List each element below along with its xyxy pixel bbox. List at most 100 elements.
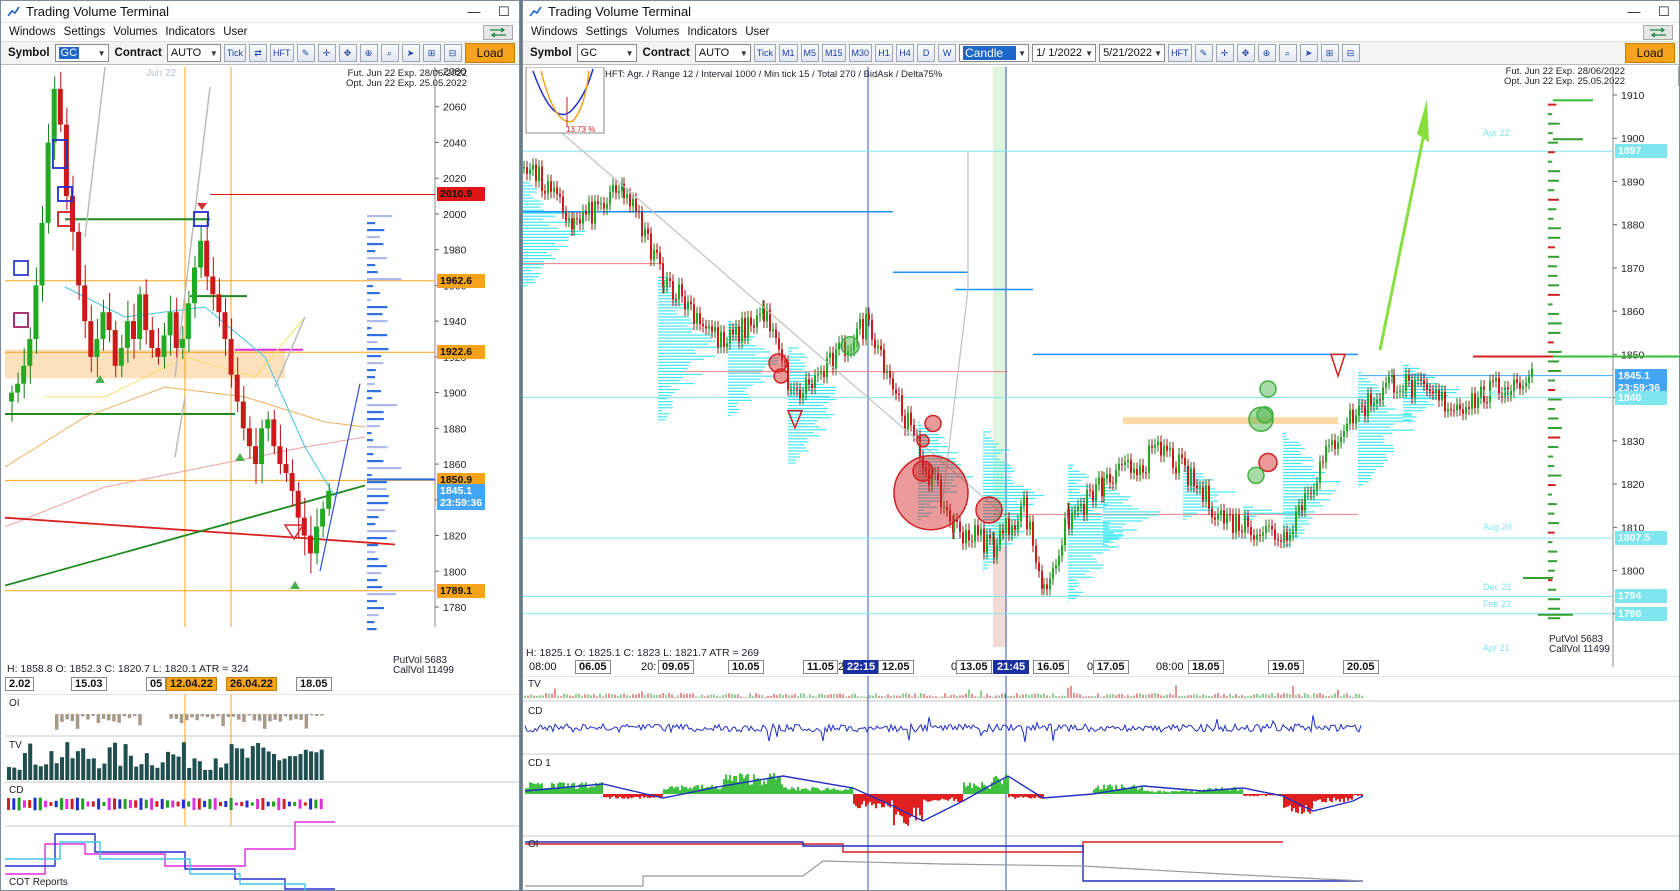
maximize-button[interactable]: ☐ [1649, 1, 1679, 23]
cd1-bar [769, 773, 771, 794]
hft-button[interactable]: HFT [270, 44, 294, 62]
vp-bar [367, 453, 374, 456]
menu-settings[interactable]: Settings [60, 26, 110, 38]
symbol-combo[interactable]: GC ▼ [54, 44, 109, 62]
candle-body [1313, 489, 1315, 494]
vp-bar [1358, 375, 1361, 377]
pen-tool-icon[interactable]: ✎ [1194, 44, 1213, 62]
vp-bar [983, 449, 1010, 451]
load-button[interactable]: Load [465, 43, 515, 63]
cd1-bar [1020, 794, 1022, 797]
menu-user[interactable]: User [219, 26, 251, 38]
cursor-icon[interactable]: ✥ [1236, 44, 1255, 62]
minimize-button[interactable]: — [459, 1, 489, 23]
cd1-pane-label: CD 1 [528, 758, 551, 769]
tf-h4-button[interactable]: H4 [896, 44, 915, 62]
vp-bar [367, 299, 372, 302]
crosshair-icon[interactable]: ✛ [1215, 44, 1234, 62]
candle-body [638, 211, 640, 213]
pen-tool-icon[interactable]: ✎ [296, 44, 315, 62]
cursor-icon[interactable]: ✥ [338, 44, 357, 62]
candle-body [708, 326, 710, 329]
cd1-bar [1309, 794, 1311, 814]
cd1-bar [891, 794, 893, 801]
menu-windows[interactable]: Windows [527, 26, 582, 38]
load-button[interactable]: Load [1625, 43, 1675, 63]
candle-body [1450, 408, 1452, 411]
sync-arrows-icon[interactable] [1643, 24, 1673, 40]
candle-body [1402, 391, 1404, 393]
contract-combo[interactable]: AUTO ▼ [694, 44, 751, 62]
menu-user[interactable]: User [741, 26, 773, 38]
oi-bar [75, 714, 80, 729]
menu-volumes[interactable]: Volumes [109, 26, 161, 38]
price-tag-2010.9: 2010.9 [437, 187, 485, 202]
cd1-bar [535, 784, 537, 794]
crosshair-icon[interactable]: ✛ [317, 44, 336, 62]
zoom-icon[interactable]: ⌕ [380, 44, 399, 62]
cd1-bar [847, 789, 849, 794]
tf-m5-button[interactable]: M5 [800, 44, 820, 62]
tf-w-button[interactable]: W [938, 44, 957, 62]
candle-body [326, 490, 332, 509]
tf-m15-button[interactable]: M15 [822, 44, 846, 62]
price-tag-1897: 1897 [1615, 144, 1667, 159]
tf-h1-button[interactable]: H1 [875, 44, 894, 62]
menu-settings[interactable]: Settings [582, 26, 632, 38]
level-label: Apr 22 [1483, 128, 1510, 139]
left-indicator-panes[interactable] [5, 694, 519, 891]
tick-button[interactable]: Tick [223, 44, 246, 62]
candle-body [15, 383, 21, 393]
cd1-bar [1014, 794, 1016, 799]
chart-type-combo[interactable]: Candle ▼ [959, 44, 1030, 62]
arrows-tool-icon[interactable]: ⇄ [249, 44, 267, 62]
cd1-bar [677, 786, 679, 794]
vp-bar [1103, 526, 1123, 528]
sell-cluster-circle [975, 496, 1003, 524]
date-to-picker[interactable]: 5/21/2022 ▼ [1099, 44, 1166, 62]
menu-windows[interactable]: Windows [5, 26, 60, 38]
pointer-icon[interactable]: ➤ [401, 44, 420, 62]
vp-bar [367, 460, 384, 463]
maximize-button[interactable]: ☐ [489, 1, 519, 23]
bars-icon[interactable]: ⊞ [422, 44, 441, 62]
option-strike-bar [1548, 427, 1562, 430]
pointer-icon[interactable]: ➤ [1299, 44, 1318, 62]
vp-bar [1068, 582, 1080, 584]
vp-bar [1403, 367, 1420, 369]
symbol-value: GC [580, 47, 598, 59]
vp-bar [788, 404, 824, 407]
vp-bar [728, 372, 761, 374]
candle-body [1175, 467, 1177, 474]
menu-volumes[interactable]: Volumes [631, 26, 683, 38]
tf-m1-button[interactable]: M1 [779, 44, 798, 62]
tv-bar [187, 767, 192, 780]
hft-info-line: HFT: Agr. / Range 12 / Interval 1000 / M… [605, 69, 943, 80]
date-from-picker[interactable]: 1/ 1/2022 ▼ [1032, 44, 1097, 62]
option-strike-bar [1548, 189, 1555, 192]
menu-indicators[interactable]: Indicators [683, 26, 741, 38]
menu-indicators[interactable]: Indicators [161, 26, 219, 38]
sync-arrows-icon[interactable] [483, 24, 513, 40]
contract-combo[interactable]: AUTO ▼ [166, 44, 221, 62]
candle-body [1052, 568, 1054, 579]
candle-body [1058, 555, 1060, 566]
hft-button[interactable]: HFT [1168, 44, 1192, 62]
symbol-combo[interactable]: GC ▼ [576, 44, 637, 62]
tf-tick-button[interactable]: Tick [753, 44, 776, 62]
vp-bar [367, 278, 402, 281]
move-icon[interactable]: ⊕ [1257, 44, 1276, 62]
bars-icon[interactable]: ⊞ [1320, 44, 1339, 62]
move-icon[interactable]: ⊕ [359, 44, 378, 62]
tf-d-button[interactable]: D [917, 44, 936, 62]
right-indicator-panes[interactable] [523, 676, 1679, 891]
option-strike-bar [1548, 132, 1553, 135]
cd1-bar [627, 794, 629, 799]
grid-icon[interactable]: ⊟ [443, 44, 462, 62]
minimize-button[interactable]: — [1619, 1, 1649, 23]
grid-icon[interactable]: ⊟ [1341, 44, 1360, 62]
vp-bar [983, 482, 1015, 484]
vp-bar [658, 313, 678, 315]
tf-m30-button[interactable]: M30 [848, 44, 873, 62]
zoom-icon[interactable]: ⌕ [1278, 44, 1297, 62]
